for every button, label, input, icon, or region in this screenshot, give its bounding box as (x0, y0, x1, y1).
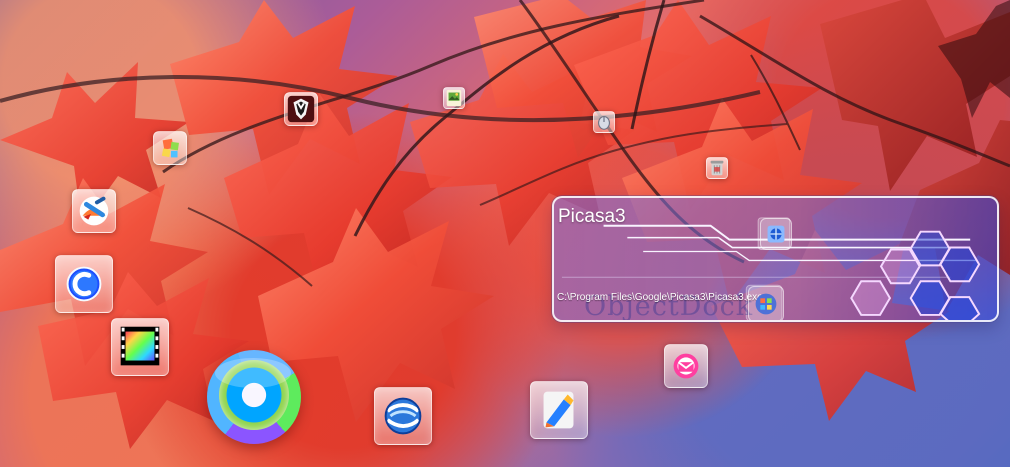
globe-shortcut[interactable] (760, 218, 792, 250)
launcher-tooltip-panel: ObjectDock Picasa3 C:\Program Files\Goog… (552, 196, 999, 322)
mail-icon (673, 353, 699, 379)
desktop-wallpaper: ObjectDock Picasa3 C:\Program Files\Goog… (0, 0, 1010, 467)
tooltip-title: Picasa3 (558, 206, 626, 227)
google-earth-shortcut[interactable] (374, 387, 432, 445)
launcher-icon (287, 95, 315, 123)
windows-icon (755, 293, 777, 315)
ccleaner-shortcut[interactable] (55, 255, 113, 313)
launcher-shortcut[interactable] (284, 92, 318, 126)
mouse-shortcut[interactable] (593, 111, 615, 133)
editor-shortcut[interactable] (530, 381, 588, 439)
picasa-icon[interactable] (207, 350, 301, 444)
tools-icon (161, 138, 179, 158)
globe-icon (767, 225, 785, 243)
film-icon (120, 326, 160, 366)
trash-icon (710, 160, 724, 176)
tools-shortcut[interactable] (153, 131, 187, 165)
photo-shortcut[interactable] (443, 87, 465, 109)
editor-icon (543, 391, 574, 429)
tooltip-path: C:\Program Files\Google\Picasa3\Picasa3.… (557, 292, 763, 303)
mouse-icon (598, 116, 610, 130)
photo-icon (446, 89, 462, 107)
mail-shortcut[interactable] (664, 344, 708, 388)
google-earth-icon (384, 397, 422, 435)
trash-shortcut[interactable] (706, 157, 728, 179)
ccleaner-icon (66, 266, 102, 302)
windows-shortcut[interactable] (748, 286, 784, 320)
cleaner-shortcut[interactable] (72, 189, 116, 233)
cleaner-icon (79, 196, 109, 226)
film-shortcut[interactable] (111, 318, 169, 376)
